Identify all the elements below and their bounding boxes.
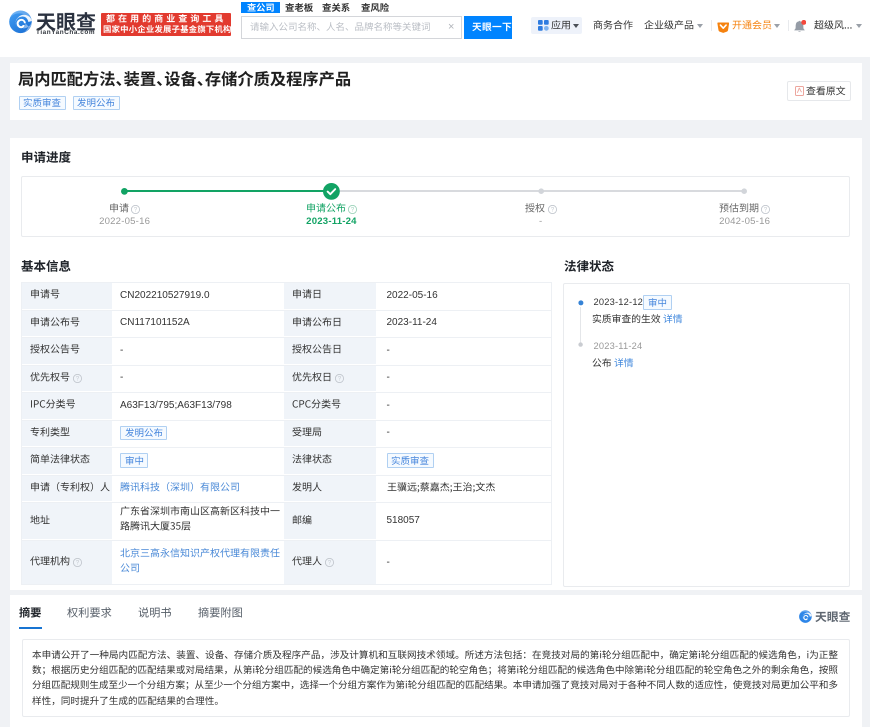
svg-text:?: ?	[75, 560, 79, 567]
svg-text:?: ?	[75, 375, 79, 382]
svg-text:?: ?	[328, 560, 332, 567]
svg-text:?: ?	[550, 206, 554, 213]
svg-text:?: ?	[134, 206, 138, 213]
svg-text:?: ?	[764, 206, 768, 213]
svg-text:?: ?	[351, 206, 355, 213]
svg-text:?: ?	[338, 375, 342, 382]
